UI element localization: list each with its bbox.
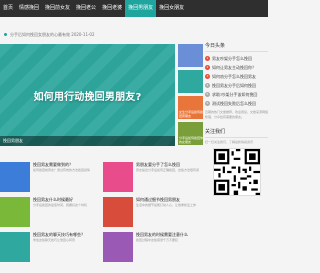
follow-desc: 扫一扫关注我们，了解最新情感资讯: [205, 140, 254, 144]
article-thumbnail[interactable]: [0, 232, 30, 262]
hot-item-label[interactable]: 测试挽回失败后怎么挽回: [212, 101, 256, 107]
article-card[interactable]: 男朋友要分手了怎么挽回 男友提出分手后如何正确挽回，这些方法很有用: [103, 162, 203, 194]
rank-badge-icon: 2: [205, 65, 210, 70]
article-card[interactable]: 如何通过细节挽回男朋友 生活中的细节最能打动人心，让他重新爱上你: [103, 197, 203, 229]
article-desc: 如何挽回前男友？通过有效的方法挽回感情: [33, 168, 91, 172]
article-thumbnail[interactable]: [103, 197, 133, 227]
hot-item[interactable]: 4 挽回男友分手后如何挽回: [205, 81, 268, 90]
hot-item[interactable]: 6 测试挽回失败后怎么挽回: [205, 99, 268, 108]
article-thumbnail[interactable]: [0, 197, 30, 227]
article-desc: 分手后挽回的最佳时间，把握好这个时机: [33, 203, 88, 207]
hot-item[interactable]: 1 男友吵架分手怎么挽回: [205, 54, 268, 63]
rank-badge-icon: 6: [205, 101, 210, 106]
article-card[interactable]: 挽回男友的聊天技巧有哪些？ 学会这些聊天技巧让他回心转意: [0, 232, 100, 264]
rank-badge-icon: 3: [205, 74, 210, 79]
hero-title[interactable]: 如何用行动挽回男朋友?: [0, 88, 175, 103]
nav-boyfriend[interactable]: 挽回男朋友: [125, 0, 157, 17]
nav-emotion[interactable]: 情感挽回: [16, 0, 42, 17]
hot-item-label[interactable]: 求助:吵架分手该如何挽回: [212, 92, 257, 98]
hot-item-label[interactable]: 如何劝分手怎么挽回男友: [212, 74, 256, 80]
thumbnail-4[interactable]: 分手后如何挽回你的女朋友: [178, 122, 203, 145]
article-card[interactable]: 挽回男友的时候需要注意什么 挽回过程中这些错误千万不要犯: [103, 232, 203, 264]
hot-item-label[interactable]: 如何让男友主动挽回你？: [212, 65, 256, 71]
rank-badge-icon: 4: [205, 83, 210, 88]
rank-badge-icon: 5: [205, 92, 210, 97]
nav-husband[interactable]: 挽回老公: [73, 0, 99, 17]
thumbnail-2[interactable]: [178, 70, 203, 93]
sidebar: 今日头条 1 男友吵架分手怎么挽回 2 如何让男友主动挽回你？ 3 如何劝分手怎么挽回…: [205, 40, 268, 196]
hero-caption[interactable]: 挽回男朋友: [0, 136, 175, 146]
sidebar-note: 近期的热门文章推荐，欢迎阅读，文章来源网络整理，分享给有需要的朋友。: [205, 110, 269, 119]
follow-box: 关注我们 扫一扫关注我们，了解最新情感资讯: [205, 126, 268, 196]
hot-item-label[interactable]: 男友吵架分手怎么挽回: [212, 56, 252, 62]
thumbnail-label: 分手后如何挽回你的女朋友: [179, 136, 203, 144]
nav-home[interactable]: 首页: [0, 0, 16, 17]
hot-item[interactable]: 5 求助:吵架分手该如何挽回: [205, 90, 268, 99]
follow-title: 关注我们: [205, 126, 268, 138]
hot-list-title: 今日头条: [205, 40, 268, 52]
article-desc: 生活中的细节最能打动人心，让他重新爱上你: [136, 203, 197, 207]
hot-item[interactable]: 2 如何让男友主动挽回你？: [205, 63, 268, 72]
article-thumbnail[interactable]: [0, 162, 30, 192]
ticker-text[interactable]: 分手后如何挽回女朋友的心最有效 2020-11-02: [10, 32, 95, 38]
article-desc: 男友提出分手后如何正确挽回，这些方法很有用: [136, 168, 200, 172]
article-card[interactable]: 挽回男友需要做到的？ 如何挽回前男友？通过有效的方法挽回感情: [0, 162, 100, 194]
nav-wife[interactable]: 挽回老婆: [99, 0, 125, 17]
nav-girlfriend[interactable]: 挽回女朋友: [156, 0, 187, 17]
qr-code-icon: [213, 149, 260, 195]
article-desc: 学会这些聊天技巧让他回心转意: [33, 238, 76, 242]
thumbnail-3[interactable]: 女生分手后如何挽回男朋友: [178, 96, 203, 119]
hot-item-label[interactable]: 挽回男友分手后如何挽回: [212, 83, 256, 89]
article-thumbnail[interactable]: [103, 232, 133, 262]
thumbnail-column: 女生分手后如何挽回男朋友 分手后如何挽回你的女朋友: [178, 44, 203, 148]
hot-item[interactable]: 3 如何劝分手怎么挽回男友: [205, 72, 268, 81]
qr-code: [212, 148, 261, 196]
hero-banner[interactable]: 如何用行动挽回男朋友? 挽回男朋友: [0, 44, 175, 146]
article-desc: 挽回过程中这些错误千万不要犯: [136, 238, 179, 242]
thumbnail-label: 女生分手后如何挽回男朋友: [179, 110, 203, 118]
nav-ex-girlfriend[interactable]: 挽回前女友: [42, 0, 73, 17]
ticker-dot-icon: [4, 33, 7, 36]
thumbnail-1[interactable]: [178, 44, 203, 67]
article-card[interactable]: 挽回男友什么时候最好 分手后挽回的最佳时间，把握好这个时机: [0, 197, 100, 229]
article-thumbnail[interactable]: [103, 162, 133, 192]
news-ticker[interactable]: 分手后如何挽回女朋友的心最有效 2020-11-02: [0, 30, 160, 39]
rank-badge-icon: 1: [205, 56, 210, 61]
top-navigation: 首页 情感挽回 挽回前女友 挽回老公 挽回老婆 挽回男朋友 挽回女朋友: [0, 0, 268, 17]
